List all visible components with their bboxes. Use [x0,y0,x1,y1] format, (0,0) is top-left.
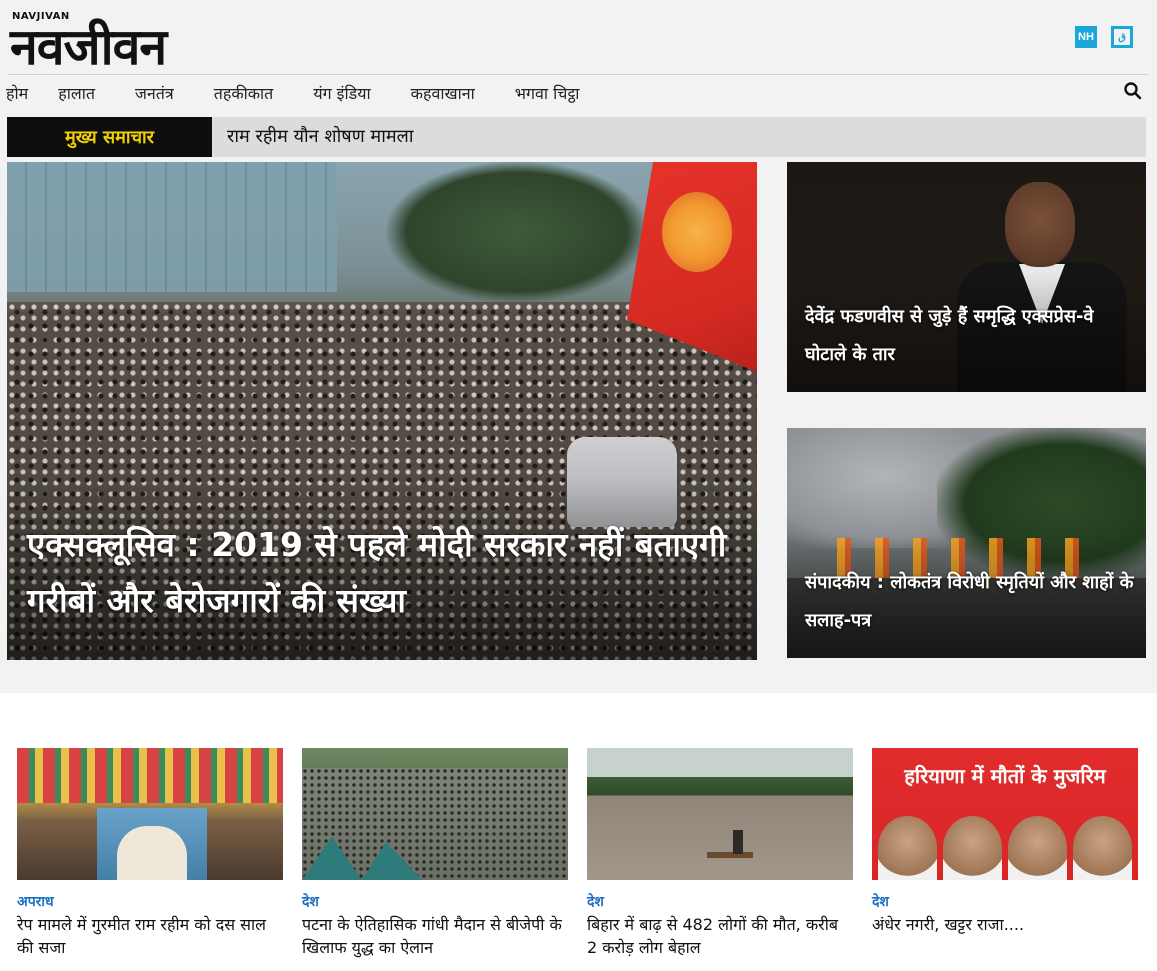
ticker-label: मुख्य समाचार [7,117,212,157]
image-face [1073,816,1132,880]
hero-title[interactable]: एक्सक्लूसिव : 2019 से पहले मोदी सरकार नह… [27,517,727,629]
qaumi-icon[interactable]: ق [1111,26,1133,48]
side-story-title[interactable]: देवेंद्र फडणवीस से जुड़े हैं समृद्धि एक्… [805,298,1135,374]
image-canopy [17,748,283,803]
site-logo[interactable]: NAVJIVAN नवजीवन [10,8,290,76]
news-card-image[interactable] [17,748,283,880]
news-card-image[interactable] [587,748,853,880]
news-card-category[interactable]: देश [302,892,568,911]
news-card-category[interactable]: अपराध [17,892,283,911]
news-card-category[interactable]: देश [872,892,1138,911]
nh-icon[interactable]: NH [1075,26,1097,48]
image-face [1008,816,1067,880]
news-card-title[interactable]: रेप मामले में गुरमीत राम रहीम को दस साल … [17,913,283,959]
nav-item-home[interactable]: होम [6,82,28,106]
side-story-editorial[interactable]: संपादकीय : लोकतंत्र विरोधी स्मृतियों और … [787,428,1146,658]
hero-image-trees [387,162,647,302]
hero-image-flag-emblem [662,192,732,272]
news-card-khattar[interactable]: हरियाणा में मौतों के मुजरिम देश अंधेर नग… [872,748,1138,936]
nav-item-bhagwa-chittha[interactable]: भगवा चिट्ठा [515,82,580,106]
hero-story[interactable]: एक्सक्लूसिव : 2019 से पहले मोदी सरकार नह… [7,162,757,660]
side-story-title[interactable]: संपादकीय : लोकतंत्र विरोधी स्मृतियों और … [805,564,1135,640]
logo-main-text: नवजीवन [10,18,167,76]
news-card-title[interactable]: बिहार में बाढ़ से 482 लोगों की मौत, करीब… [587,913,853,959]
news-card-gandhi-maidan[interactable]: देश पटना के ऐतिहासिक गांधी मैदान से बीजे… [302,748,568,959]
search-icon[interactable] [1123,81,1143,101]
nav-divider [8,74,1148,75]
main-nav: होम हालात जनतंत्र तहकीकात यंग इंडिया कहव… [6,82,619,106]
image-face [943,816,1002,880]
image-face [878,816,937,880]
news-card-image[interactable] [302,748,568,880]
person-head [1005,182,1075,267]
brand-icons: NH ق [1075,26,1133,48]
news-card-category[interactable]: देश [587,892,853,911]
image-man [733,830,743,854]
nav-item-tehkikaat[interactable]: तहकीकात [214,82,274,106]
nav-item-jantantra[interactable]: जनतंत्र [135,82,174,106]
nav-item-kahwakhana[interactable]: कहवाखाना [411,82,475,106]
image-figure [117,826,187,880]
image-boat [707,852,753,858]
nav-item-young-india[interactable]: यंग इंडिया [313,82,370,106]
side-story-fadnavis[interactable]: देवेंद्र फडणवीस से जुड़े हैं समृद्धि एक्… [787,162,1146,392]
news-card-title[interactable]: अंधेर नगरी, खट्टर राजा.... [872,913,1138,936]
breaking-news-ticker: मुख्य समाचार राम रहीम यौन शोषण मामला [7,117,1146,157]
news-card-ram-rahim[interactable]: अपराध रेप मामले में गुरमीत राम रहीम को द… [17,748,283,959]
news-card-image[interactable]: हरियाणा में मौतों के मुजरिम [872,748,1138,880]
ticker-headline[interactable]: राम रहीम यौन शोषण मामला [227,117,414,157]
nav-item-halaat[interactable]: हालात [58,82,95,106]
hero-image-building [7,162,337,292]
news-card-bihar-flood[interactable]: देश बिहार में बाढ़ से 482 लोगों की मौत, … [587,748,853,959]
image-headline: हरियाणा में मौतों के मुजरिम [904,764,1106,788]
news-card-title[interactable]: पटना के ऐतिहासिक गांधी मैदान से बीजेपी क… [302,913,568,959]
image-faces [878,796,1132,880]
